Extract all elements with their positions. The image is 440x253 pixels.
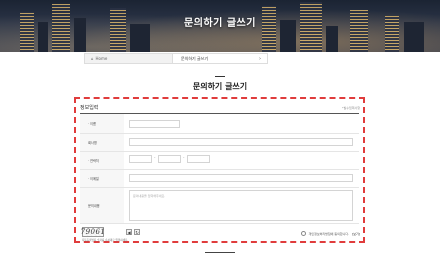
message-textarea[interactable]: 문의내용을 입력해주세요. bbox=[129, 190, 353, 221]
hero-title: 문의하기 글쓰기 bbox=[184, 18, 256, 29]
field-label: 회사명 bbox=[80, 134, 124, 151]
phone-field-3[interactable] bbox=[187, 155, 210, 163]
captcha-note: 자동등록방지 숫자를 순서대로 입력하세요. bbox=[82, 239, 129, 242]
refresh-icon[interactable]: ↻ bbox=[134, 229, 140, 235]
form-row-company: 회사명 bbox=[80, 134, 359, 152]
home-icon: ⌂ bbox=[91, 56, 94, 61]
form-row-email: · 이메일 bbox=[80, 170, 359, 188]
phone-separator: - bbox=[154, 155, 156, 160]
form-row-message: 문의내용 문의내용을 입력해주세요. bbox=[80, 188, 359, 224]
speaker-icon[interactable]: ◀ bbox=[126, 229, 132, 235]
breadcrumb-current[interactable]: 문의하기 글쓰기 › bbox=[173, 54, 267, 63]
privacy-agree-radio[interactable] bbox=[300, 231, 306, 236]
form-row-phone: · 연락처 - - bbox=[80, 152, 359, 170]
breadcrumb: ⌂ Home 문의하기 글쓰기 › bbox=[84, 53, 268, 64]
captcha-image: 79061 bbox=[80, 227, 106, 237]
breadcrumb-current-label: 문의하기 글쓰기 bbox=[181, 55, 209, 61]
form-row-name: · 이름 bbox=[80, 114, 359, 134]
breadcrumb-home[interactable]: ⌂ Home bbox=[85, 54, 173, 63]
phone-separator: - bbox=[183, 155, 185, 160]
hero-banner: 문의하기 글쓰기 bbox=[0, 0, 440, 52]
required-note: *필수입력사항 bbox=[341, 106, 360, 110]
phone-field-1[interactable] bbox=[129, 155, 152, 163]
field-label: · 이름 bbox=[80, 114, 124, 133]
email-field[interactable] bbox=[129, 174, 353, 182]
company-field[interactable] bbox=[129, 138, 353, 146]
title-accent-bar bbox=[215, 76, 225, 77]
building bbox=[262, 6, 276, 52]
field-label: · 이메일 bbox=[80, 170, 124, 187]
privacy-view-link[interactable]: [보기] bbox=[352, 232, 360, 236]
privacy-agree-label: 개인정보처리방침에 동의합니다. bbox=[308, 231, 350, 236]
phone-field-2[interactable] bbox=[158, 155, 181, 163]
page-title: 문의하기 글쓰기 bbox=[192, 82, 248, 91]
name-field[interactable] bbox=[129, 120, 180, 128]
building bbox=[326, 26, 338, 52]
field-label: 문의내용 bbox=[80, 188, 124, 223]
privacy-agree: 개인정보처리방침에 동의합니다. [보기] bbox=[300, 231, 360, 236]
field-label: · 연락처 bbox=[80, 152, 124, 169]
section-title: 정보입력 bbox=[80, 105, 99, 111]
chevron-down-icon: › bbox=[259, 55, 261, 62]
breadcrumb-home-label: Home bbox=[95, 56, 108, 61]
